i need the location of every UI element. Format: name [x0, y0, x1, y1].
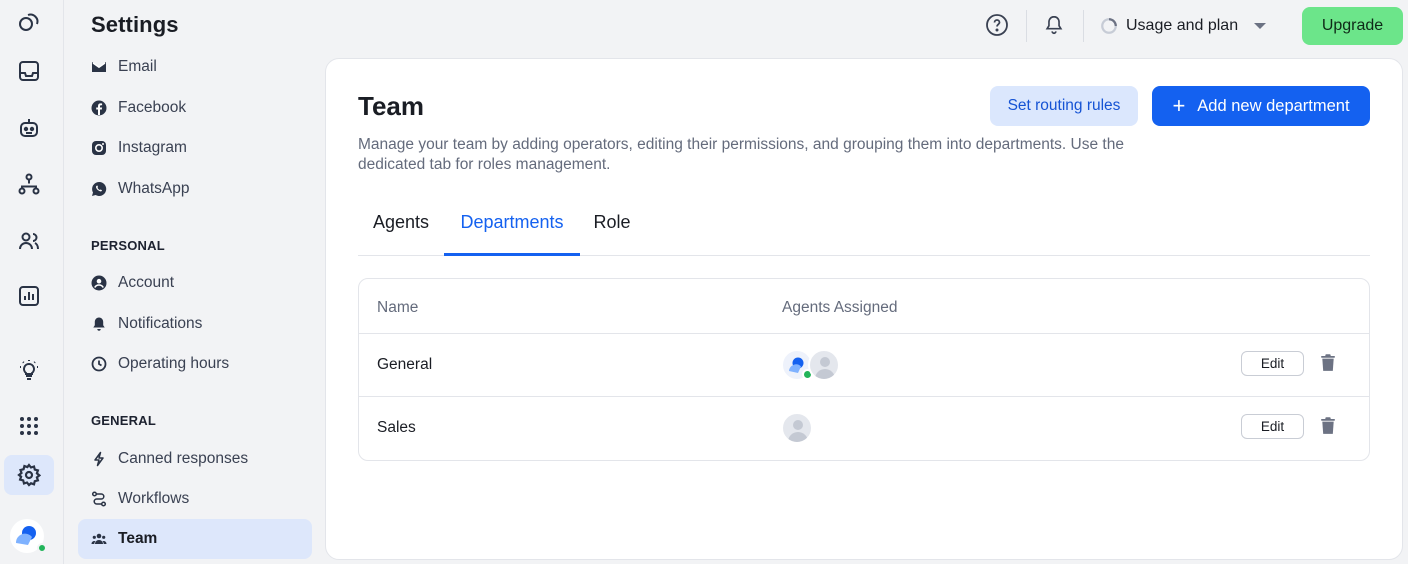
usage-and-plan-dropdown[interactable]: Usage and plan	[1100, 12, 1267, 40]
add-new-department-button[interactable]: + Add new department	[1152, 86, 1370, 126]
clock-icon	[91, 356, 107, 372]
contacts-icon[interactable]	[4, 221, 54, 261]
plus-icon: +	[1172, 93, 1186, 118]
team-tabs: Agents Departments Role	[358, 199, 1370, 256]
notifications-bell-icon[interactable]	[1041, 12, 1067, 38]
user-avatar[interactable]	[10, 519, 47, 553]
instagram-icon	[91, 140, 107, 156]
column-header-agents-assigned: Agents Assigned	[782, 299, 898, 316]
team-icon	[91, 531, 107, 547]
facebook-icon	[91, 100, 107, 116]
edit-button[interactable]: Edit	[1241, 351, 1304, 376]
help-icon[interactable]	[984, 12, 1010, 38]
settings-title: Settings	[91, 12, 179, 37]
online-status-dot	[37, 543, 47, 553]
nav-item-account[interactable]: Account	[78, 263, 312, 303]
nav-item-workflows[interactable]: Workflows	[78, 479, 312, 519]
nav-item-label: Team	[118, 530, 158, 547]
apps-icon[interactable]	[4, 406, 54, 446]
edit-button[interactable]: Edit	[1241, 414, 1304, 439]
settings-nav: Settings Email Facebook Instagram WhatsA…	[64, 0, 324, 564]
workflow-icon	[91, 491, 107, 507]
usage-progress-icon	[1101, 18, 1117, 34]
nav-item-label: Account	[118, 274, 175, 291]
table-row: Sales Edit	[359, 396, 1369, 459]
nav-item-instagram[interactable]: Instagram	[78, 128, 312, 168]
nav-item-label: Operating hours	[118, 355, 230, 372]
chatbot-icon[interactable]	[4, 108, 54, 148]
general-section-heading: GENERAL	[91, 413, 156, 428]
tab-departments[interactable]: Departments	[444, 199, 580, 256]
chevron-down-icon	[1254, 23, 1267, 29]
page-description: Manage your team by adding operators, ed…	[358, 136, 1124, 173]
department-name: Sales	[377, 419, 416, 436]
trash-icon[interactable]	[1319, 352, 1337, 374]
bell-icon	[91, 316, 107, 332]
nav-item-label: WhatsApp	[118, 180, 190, 197]
nav-item-label: Facebook	[118, 99, 187, 116]
nav-item-label: Instagram	[118, 139, 187, 156]
whatsapp-icon	[91, 181, 107, 197]
header-divider	[1083, 10, 1084, 42]
set-routing-rules-button[interactable]: Set routing rules	[990, 86, 1138, 126]
email-icon	[91, 59, 107, 75]
ideas-icon[interactable]	[4, 350, 54, 390]
nav-item-canned-responses[interactable]: Canned responses	[78, 439, 312, 479]
account-icon	[91, 275, 107, 291]
team-settings-card: Team Set routing rules + Add new departm…	[325, 58, 1403, 560]
department-name: General	[377, 356, 433, 373]
usage-and-plan-label: Usage and plan	[1126, 17, 1239, 34]
inbox-icon[interactable]	[4, 51, 54, 91]
agent-avatar	[808, 349, 840, 381]
nav-item-email[interactable]: Email	[78, 47, 312, 87]
overview-icon[interactable]	[4, 2, 54, 42]
nav-item-label: Workflows	[118, 490, 190, 507]
nav-item-notifications[interactable]: Notifications	[78, 304, 312, 344]
trash-icon[interactable]	[1319, 415, 1337, 437]
nav-item-facebook[interactable]: Facebook	[78, 88, 312, 128]
assigned-agents	[781, 412, 813, 444]
nav-item-operating-hours[interactable]: Operating hours	[78, 344, 312, 384]
analytics-icon[interactable]	[4, 276, 54, 316]
upgrade-button[interactable]: Upgrade	[1302, 7, 1403, 45]
nav-item-whatsapp[interactable]: WhatsApp	[78, 169, 312, 209]
assigned-agents	[781, 349, 840, 381]
settings-icon[interactable]	[4, 455, 54, 495]
page-title: Team	[358, 91, 424, 121]
add-new-department-label: Add new department	[1197, 96, 1350, 115]
nav-item-label: Email	[118, 58, 157, 75]
table-row: General Edit	[359, 333, 1369, 396]
bolt-icon	[91, 451, 107, 467]
tab-role[interactable]: Role	[580, 199, 644, 256]
nav-item-team[interactable]: Team	[78, 519, 312, 559]
icon-rail	[0, 0, 64, 564]
personal-section-heading: PERSONAL	[91, 238, 165, 253]
nav-item-label: Notifications	[118, 315, 203, 332]
flows-icon[interactable]	[4, 164, 54, 204]
column-header-name: Name	[377, 299, 419, 316]
departments-table: Name Agents Assigned General Edit Sales …	[358, 278, 1370, 461]
header-divider	[1026, 10, 1027, 42]
nav-item-label: Canned responses	[118, 450, 249, 467]
agent-avatar	[781, 412, 813, 444]
tab-agents[interactable]: Agents	[358, 199, 444, 256]
